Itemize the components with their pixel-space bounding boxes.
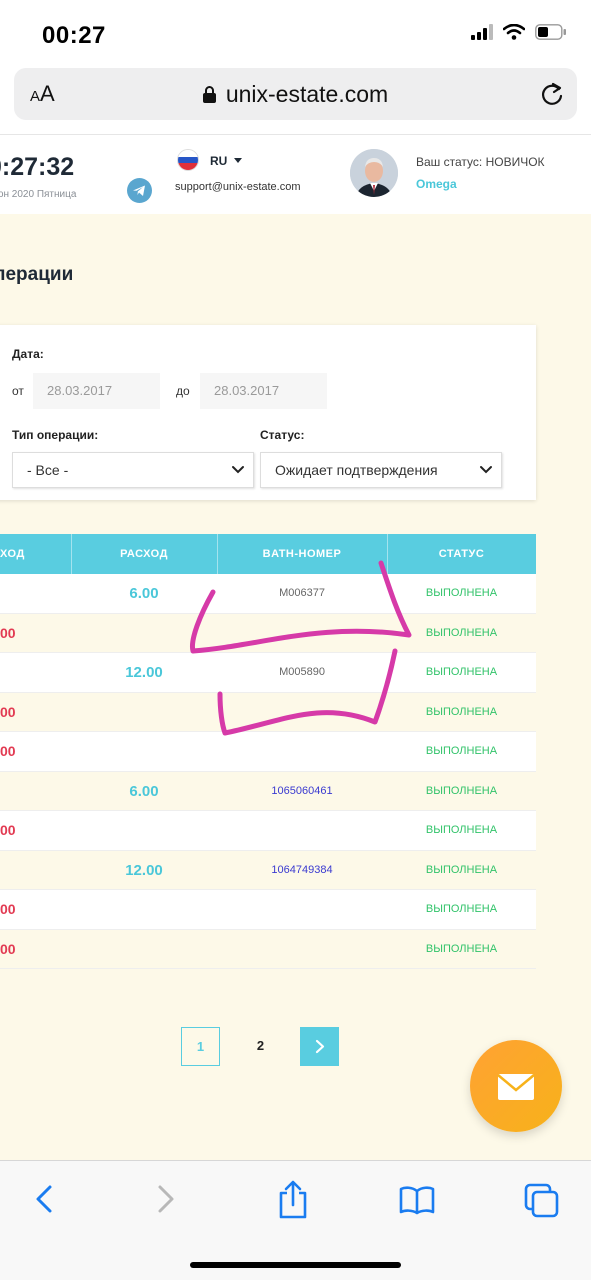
page-title: перации: [0, 264, 74, 285]
battery-icon: [535, 24, 566, 40]
status-cell: ВЫПОЛНЕНА: [425, 824, 498, 836]
column-status: СТАТУС: [438, 548, 485, 560]
user-status-label: Ваш статус: НОВИЧОК: [416, 155, 545, 169]
date-label: Дата:: [12, 347, 44, 361]
status-cell: ВЫПОЛНЕНА: [425, 626, 498, 639]
table-row: 00 ВЫПОЛНЕНА: [0, 811, 536, 851]
batch-number-cell[interactable]: 1064749384: [217, 851, 387, 890]
income-cell: 00: [0, 822, 16, 838]
home-indicator: [190, 1262, 401, 1268]
status-cell: ВЫПОЛНЕНА: [425, 745, 498, 757]
batch-number-cell[interactable]: 1065060461: [217, 772, 387, 811]
username-link[interactable]: Omega: [416, 177, 457, 191]
from-label: от: [12, 384, 24, 398]
expense-cell: 6.00: [129, 782, 159, 800]
mail-fab-button[interactable]: [470, 1040, 562, 1132]
expense-cell: 12.00: [125, 861, 163, 879]
income-cell: 00: [0, 624, 16, 641]
lock-icon: [202, 82, 216, 103]
date-to-input[interactable]: 28.03.2017: [200, 373, 327, 409]
support-email[interactable]: support@unix-estate.com: [175, 181, 301, 193]
url-field[interactable]: unix-estate.com: [14, 81, 577, 108]
expense-cell: 6.00: [129, 585, 159, 602]
batch-number-cell: M005890: [279, 666, 325, 678]
address-bar[interactable]: AA unix-estate.com: [14, 68, 577, 120]
table-body: 6.00 M006377 ВЫПОЛНЕНА 00 ВЫПОЛНЕНА 12.00 M005…: [0, 574, 536, 969]
table-row: 6.00 1065060461 ВЫПОЛНЕНА: [0, 771, 536, 811]
status-time: 00:27: [42, 22, 106, 49]
site-header: 0:27:32 юн 2020 Пятница RU support@unix-…: [0, 134, 591, 214]
ios-status-bar: 00:27: [0, 0, 591, 68]
income-cell: 00: [0, 743, 16, 759]
table-row: 00 ВЫПОЛНЕНА: [0, 929, 536, 969]
column-expense: РАСХОД: [120, 548, 168, 560]
header-date: юн 2020 Пятница: [0, 189, 77, 200]
chevron-down-icon: [232, 466, 244, 474]
russia-flag-icon[interactable]: [177, 149, 199, 171]
table-row: 00 ВЫПОЛНЕНА: [0, 890, 536, 930]
status-cell: ВЫПОЛНЕНА: [425, 903, 498, 915]
to-label: до: [176, 384, 190, 398]
column-batch: BATH-НОМЕР: [262, 548, 342, 560]
income-cell: 00: [0, 901, 16, 917]
status-icons: [471, 24, 567, 40]
page-2-button[interactable]: 2: [241, 1027, 280, 1066]
operations-table: ХОД РАСХОД BATH-НОМЕР СТАТУС 6.00 M006377…: [0, 534, 536, 969]
header-clock: 0:27:32: [0, 153, 75, 181]
batch-number-cell: M006377: [279, 587, 325, 599]
status-filter-label: Статус:: [260, 428, 305, 442]
filter-panel: Дата: от 28.03.2017 до 28.03.2017 Тип оп…: [0, 325, 536, 500]
table-header: ХОД РАСХОД BATH-НОМЕР СТАТУС: [0, 534, 536, 574]
forward-icon[interactable]: [152, 1183, 180, 1215]
table-row: 12.00 M005890 ВЫПОЛНЕНА: [0, 653, 536, 693]
status-cell: ВЫПОЛНЕНА: [425, 666, 498, 678]
browser-address-area: AA unix-estate.com: [0, 60, 591, 134]
table-row: 00 ВЫПОЛНЕНА: [0, 732, 536, 772]
table-row: 12.00 1064749384 ВЫПОЛНЕНА: [0, 850, 536, 890]
income-cell: 00: [0, 703, 16, 720]
status-cell: ВЫПОЛНЕНА: [425, 587, 498, 599]
caret-down-icon[interactable]: [234, 158, 242, 163]
bookmarks-icon[interactable]: [399, 1185, 435, 1215]
status-cell: ВЫПОЛНЕНА: [425, 705, 498, 718]
table-row: 6.00 M006377 ВЫПОЛНЕНА: [0, 574, 536, 614]
back-icon[interactable]: [30, 1183, 58, 1215]
status-cell: ВЫПОЛНЕНА: [425, 784, 498, 797]
telegram-icon[interactable]: [127, 178, 152, 203]
next-page-button[interactable]: [300, 1027, 339, 1066]
language-selector[interactable]: RU: [210, 154, 227, 168]
avatar[interactable]: [350, 149, 398, 197]
status-cell: ВЫПОЛНЕНА: [425, 863, 498, 876]
column-income: ХОД: [0, 548, 25, 560]
expense-cell: 12.00: [125, 664, 163, 681]
status-cell: ВЫПОЛНЕНА: [425, 942, 498, 955]
table-row: 00 ВЫПОЛНЕНА: [0, 613, 536, 653]
reload-icon[interactable]: [539, 80, 565, 108]
wifi-icon: [503, 24, 525, 40]
operation-type-label: Тип операции:: [12, 428, 99, 442]
operation-type-select[interactable]: - Все -: [12, 452, 254, 488]
income-cell: 00: [0, 940, 16, 957]
status-filter-select[interactable]: Ожидает подтверждения: [260, 452, 502, 488]
page-1-button[interactable]: 1: [181, 1027, 220, 1066]
share-icon[interactable]: [277, 1179, 309, 1219]
date-from-input[interactable]: 28.03.2017: [33, 373, 160, 409]
envelope-icon: [497, 1074, 535, 1100]
tabs-icon[interactable]: [524, 1183, 560, 1219]
table-row: 00 ВЫПОЛНЕНА: [0, 692, 536, 732]
signal-icon: [471, 24, 493, 40]
chevron-down-icon: [480, 466, 492, 474]
chevron-right-icon: [315, 1039, 324, 1054]
